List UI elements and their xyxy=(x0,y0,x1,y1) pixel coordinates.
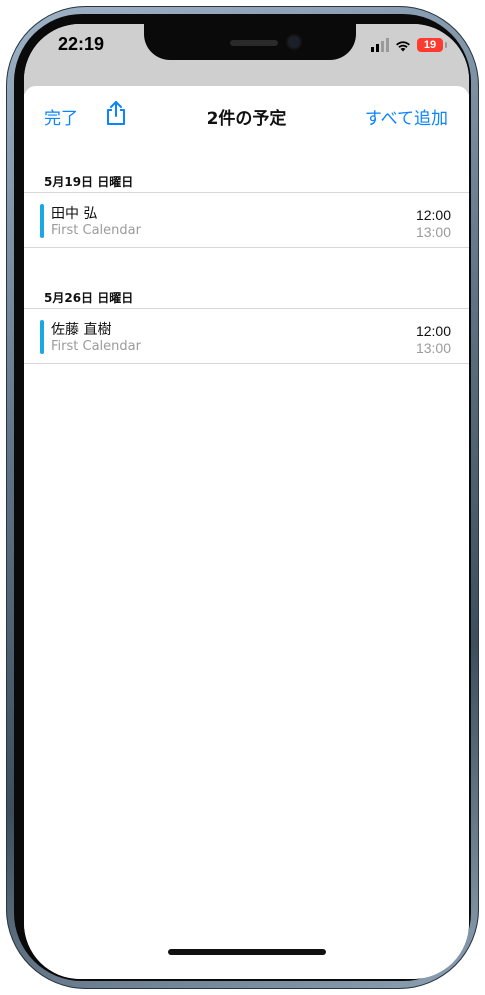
event-calendar-name: First Calendar xyxy=(51,223,141,238)
status-icons: 19 xyxy=(371,36,447,54)
nav-bar: 完了 2件の予定 すべて追加 xyxy=(24,86,469,142)
event-title: 佐藤 直樹 xyxy=(51,322,112,338)
signal-icon xyxy=(371,38,389,52)
calendar-color-bar xyxy=(40,320,44,354)
add-all-button[interactable]: すべて追加 xyxy=(365,104,448,129)
event-end-time: 13:00 xyxy=(415,224,451,240)
calendar-color-bar xyxy=(40,204,44,238)
speaker-grille xyxy=(230,40,278,46)
status-time: 22:19 xyxy=(58,34,105,54)
wifi-icon xyxy=(395,39,411,52)
event-end-time: 13:00 xyxy=(415,340,451,356)
phone-screen: 22:19 19 完了 2件の予定 すべて追加 5月19日 日曜日 田中 弘 F… xyxy=(24,24,469,979)
front-camera xyxy=(288,36,300,48)
event-start-time: 12:00 xyxy=(415,323,451,339)
event-title: 田中 弘 xyxy=(51,206,98,222)
event-start-time: 12:00 xyxy=(415,207,451,223)
date-header: 5月26日 日曜日 xyxy=(24,288,469,309)
event-row[interactable]: 佐藤 直樹 First Calendar 12:00 13:00 xyxy=(24,309,469,364)
status-bar: 22:19 19 xyxy=(24,24,469,94)
home-indicator[interactable] xyxy=(168,949,326,955)
event-row[interactable]: 田中 弘 First Calendar 12:00 13:00 xyxy=(24,193,469,248)
battery-icon: 19 xyxy=(417,38,447,52)
event-calendar-name: First Calendar xyxy=(51,339,141,354)
date-header: 5月19日 日曜日 xyxy=(24,172,469,193)
events-sheet: 完了 2件の予定 すべて追加 5月19日 日曜日 田中 弘 First Cale… xyxy=(24,86,469,979)
